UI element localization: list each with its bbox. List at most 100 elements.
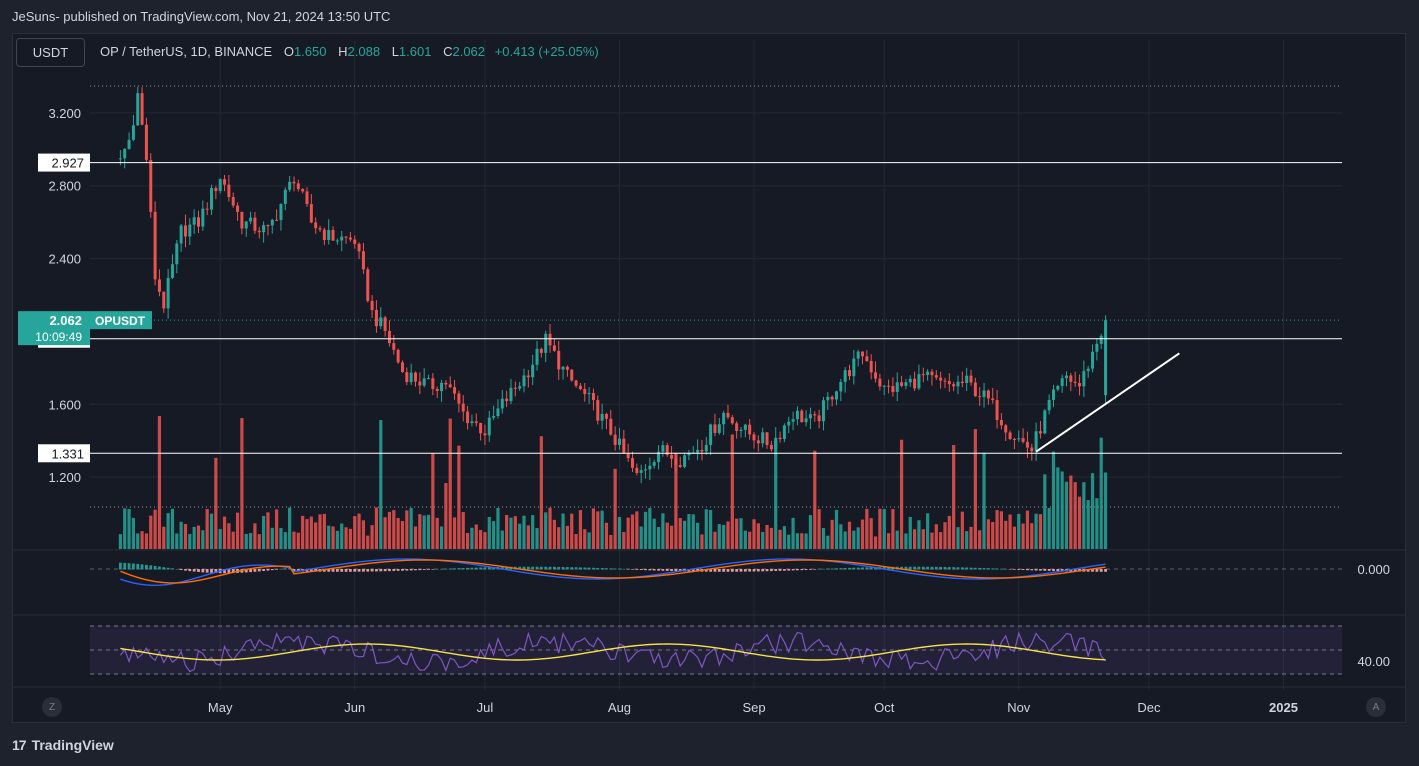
- candle-body: [210, 188, 214, 210]
- trendline: [1035, 352, 1180, 453]
- macd-histogram-bar: [370, 569, 374, 572]
- macd-histogram-bar: [756, 569, 760, 572]
- macd-histogram-bar: [388, 569, 391, 572]
- candle-body: [717, 424, 721, 433]
- currency-button[interactable]: USDT: [16, 38, 85, 67]
- candle-body: [1069, 375, 1073, 382]
- candle-body: [939, 377, 943, 381]
- macd-histogram-bar: [639, 569, 643, 571]
- candle-body: [869, 360, 873, 373]
- candle-body: [340, 236, 344, 241]
- candle-body: [335, 240, 339, 242]
- macd-histogram-bar: [926, 566, 930, 570]
- candle-body: [166, 277, 170, 309]
- candle-body: [913, 378, 917, 389]
- macd-histogram-bar: [618, 568, 621, 570]
- macd-histogram-bar: [817, 568, 821, 570]
- candle-body: [600, 413, 604, 421]
- volume-bar: [418, 514, 422, 549]
- auto-scale-button[interactable]: A: [1366, 697, 1386, 717]
- macd-histogram-bar: [908, 566, 912, 570]
- candle-body: [548, 333, 552, 346]
- candle-body: [197, 217, 200, 227]
- candle-body: [726, 412, 730, 418]
- volume-bar: [452, 517, 457, 549]
- candle-body: [318, 228, 322, 230]
- candle-body: [305, 191, 309, 205]
- candle-body: [262, 225, 266, 233]
- macd-histogram-bar: [826, 568, 830, 570]
- volume-bar: [1025, 510, 1030, 549]
- volume-bar: [1012, 526, 1017, 549]
- candle-body: [283, 189, 287, 204]
- volume-bar: [1051, 451, 1056, 549]
- candle-body: [895, 382, 899, 393]
- macd-histogram-bar: [470, 567, 474, 570]
- symbol-legend: OP / TetherUS, 1D, BINANCE O1.650 H2.088…: [100, 44, 599, 59]
- volume-bar: [687, 514, 691, 549]
- volume-bar: [288, 507, 292, 549]
- candle-body: [904, 382, 908, 386]
- volume-bar: [392, 510, 396, 549]
- volume-bar: [882, 509, 886, 549]
- candle-body: [292, 181, 296, 184]
- volume-bar: [518, 523, 522, 549]
- candle-body: [574, 380, 578, 386]
- macd-histogram-bar: [991, 568, 995, 570]
- chart-canvas[interactable]: 2.9271.9601.3312.06210:09:49OPUSDT 0.000…: [0, 0, 1419, 766]
- macd-signal-line: [120, 559, 1106, 584]
- volume-layer: [118, 416, 1108, 549]
- macd-histogram-bar: [778, 569, 782, 571]
- macd-histogram-bar: [800, 569, 804, 571]
- macd-histogram-bar: [722, 569, 726, 572]
- volume-bar: [444, 483, 448, 549]
- macd-histogram-bar: [1052, 569, 1055, 572]
- volume-bar: [439, 526, 444, 549]
- candle-body: [1073, 381, 1077, 383]
- time-tick-label: Jun: [344, 700, 365, 715]
- candle-body: [223, 179, 227, 185]
- volume-bar: [496, 507, 500, 549]
- candle-body: [644, 469, 648, 471]
- level-label: 2.927: [51, 156, 84, 171]
- reset-zoom-button[interactable]: Z: [42, 697, 62, 717]
- macd-histogram-bar: [635, 569, 639, 570]
- candle-body: [1017, 438, 1021, 440]
- volume-bar: [170, 508, 175, 549]
- candle-body: [149, 160, 153, 212]
- candle-body: [144, 124, 148, 161]
- macd-histogram-bar: [574, 567, 578, 570]
- volume-bar: [730, 434, 734, 549]
- volume-bar: [696, 522, 700, 549]
- volume-bar: [353, 516, 357, 549]
- volume-bar: [283, 532, 287, 549]
- volume-bar: [435, 517, 439, 549]
- candle-body: [218, 179, 222, 191]
- macd-histogram-bar: [427, 569, 430, 570]
- candle-body: [170, 264, 174, 278]
- volume-bar: [947, 515, 951, 549]
- volume-bar: [678, 518, 682, 549]
- candle-body: [678, 465, 682, 467]
- volume-bar: [1030, 523, 1034, 549]
- volume-bar: [457, 445, 461, 549]
- volume-bar: [717, 524, 721, 549]
- macd-histogram-bar: [1000, 568, 1003, 570]
- macd-histogram-bar: [848, 567, 851, 570]
- macd-histogram-bar: [856, 567, 860, 570]
- macd-histogram-bar: [960, 567, 964, 570]
- macd-histogram-bar: [557, 566, 561, 570]
- macd-histogram-bar: [587, 567, 591, 570]
- volume-bar: [157, 416, 162, 549]
- volume-bar: [470, 527, 474, 549]
- volume-bar: [296, 532, 300, 549]
- macd-histogram-bar: [335, 569, 339, 572]
- volume-bar: [218, 529, 222, 549]
- candle-body: [1008, 432, 1012, 439]
- volume-bar: [648, 508, 652, 549]
- macd-histogram-bar: [418, 569, 422, 571]
- macd-histogram-bar: [648, 569, 652, 571]
- footer-brand[interactable]: 17 TradingView: [12, 737, 114, 753]
- macd-histogram-bar: [561, 566, 565, 570]
- candle-body: [1056, 385, 1060, 390]
